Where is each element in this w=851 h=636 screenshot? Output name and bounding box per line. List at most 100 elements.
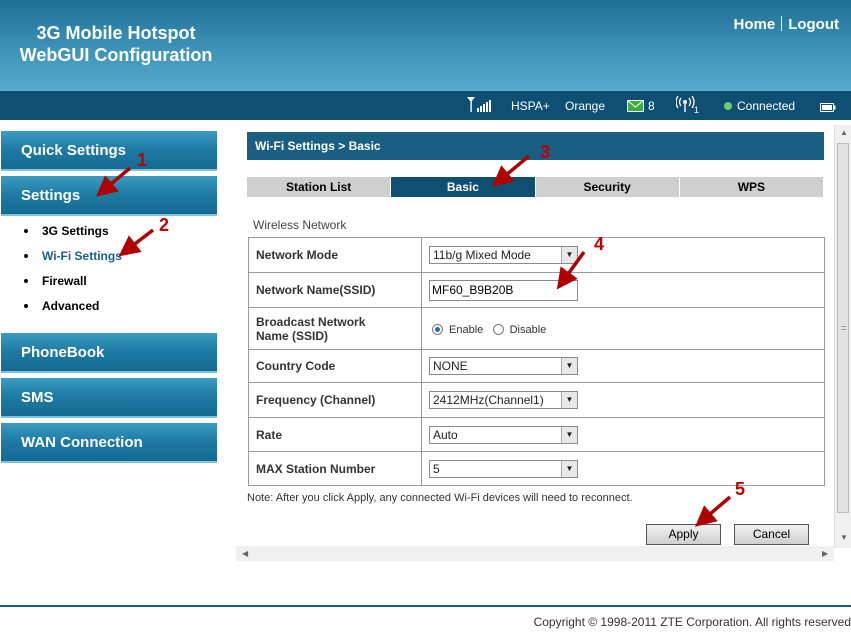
- wifi-antenna-icon: [675, 95, 696, 117]
- ssid-label: Network Name(SSID): [248, 272, 422, 308]
- home-link[interactable]: Home: [734, 16, 776, 33]
- rate-select[interactable]: Auto ▼: [429, 425, 578, 444]
- wifi-client-count: 1: [694, 105, 700, 115]
- subnav-label: 3G Settings: [42, 224, 109, 238]
- subnav-label: Firewall: [42, 274, 87, 288]
- rate-label: Rate: [248, 417, 422, 452]
- subnav-label: Advanced: [42, 299, 100, 313]
- status-bar: HSPA+ Orange 8 1 Connected: [0, 91, 851, 120]
- subnav-label: Wi-Fi Settings: [42, 249, 122, 263]
- signal-bars-icon: [466, 96, 494, 115]
- max-station-select[interactable]: 5 ▼: [429, 459, 578, 478]
- header: 3G Mobile Hotspot WebGUI Configuration H…: [0, 0, 851, 91]
- country-select[interactable]: NONE ▼: [429, 357, 578, 375]
- network-type: HSPA+: [511, 99, 550, 113]
- wireless-form: Network Mode 11b/g Mixed Mode ▼ Network N…: [248, 237, 825, 486]
- vertical-scroll-thumb[interactable]: [837, 143, 849, 513]
- rate-value: Auto: [433, 427, 458, 442]
- top-links: Home Logout: [734, 16, 839, 33]
- copyright: Copyright © 1998-2011 ZTE Corporation. A…: [533, 615, 851, 629]
- settings-tabs: Station List Basic Security WPS: [247, 177, 824, 197]
- operator-name: Orange: [565, 99, 606, 113]
- bullet-icon: [24, 254, 28, 258]
- nav-settings[interactable]: Settings: [1, 176, 217, 216]
- nav-wan-connection[interactable]: WAN Connection: [1, 423, 217, 463]
- tab-security[interactable]: Security: [535, 177, 680, 197]
- rate-cell: Auto ▼: [421, 417, 825, 452]
- broadcast-label-line1: Broadcast Network: [256, 314, 366, 329]
- battery-icon: [820, 101, 836, 115]
- annotation-2: 2: [159, 215, 170, 235]
- logout-link[interactable]: Logout: [788, 16, 839, 33]
- form-row-rate: Rate Auto ▼: [248, 417, 825, 452]
- subnav-advanced[interactable]: Advanced: [24, 299, 99, 313]
- tab-basic[interactable]: Basic: [391, 177, 536, 197]
- frequency-label: Frequency (Channel): [248, 382, 422, 418]
- country-label: Country Code: [248, 349, 422, 383]
- connection-dot-icon: [724, 102, 732, 110]
- network-mode-select[interactable]: 11b/g Mixed Mode ▼: [429, 246, 578, 264]
- connection-text: Connected: [737, 99, 796, 113]
- link-separator: [781, 16, 783, 31]
- app-title-line2: WebGUI Configuration: [19, 45, 213, 65]
- broadcast-disable-label: Disable: [509, 323, 547, 336]
- max-station-value: 5: [433, 461, 440, 476]
- form-row-country: Country Code NONE ▼: [248, 349, 825, 383]
- breadcrumb: Wi-Fi Settings > Basic: [247, 132, 824, 160]
- connection-status: Connected: [724, 99, 795, 113]
- apply-button[interactable]: Apply: [646, 524, 721, 545]
- bullet-icon: [24, 229, 28, 233]
- broadcast-enable-radio[interactable]: [432, 323, 443, 335]
- tab-wps[interactable]: WPS: [679, 177, 824, 197]
- annotation-5: 5: [735, 479, 746, 499]
- scroll-up-icon[interactable]: ▲: [840, 128, 848, 137]
- reconnect-note: Note: After you click Apply, any connect…: [247, 492, 633, 504]
- cancel-button[interactable]: Cancel: [734, 524, 809, 545]
- scroll-down-icon[interactable]: ▼: [840, 533, 848, 542]
- network-mode-value: 11b/g Mixed Mode: [433, 248, 531, 262]
- broadcast-cell: Enable Disable: [421, 307, 825, 350]
- chevron-down-icon: ▼: [561, 426, 577, 443]
- nav-sms[interactable]: SMS: [1, 378, 217, 418]
- broadcast-label-line2: Name (SSID): [256, 328, 329, 343]
- frequency-cell: 2412MHz(Channel1) ▼: [421, 382, 825, 418]
- nav-quick-settings[interactable]: Quick Settings: [1, 131, 217, 171]
- broadcast-enable-label: Enable: [449, 323, 484, 336]
- annotation-3: 3: [540, 142, 551, 162]
- subnav-firewall[interactable]: Firewall: [24, 274, 87, 288]
- form-row-frequency: Frequency (Channel) 2412MHz(Channel1) ▼: [248, 382, 825, 418]
- chevron-down-icon: ▼: [561, 358, 577, 374]
- ssid-input[interactable]: MF60_B9B20B: [429, 279, 578, 301]
- max-station-cell: 5 ▼: [421, 451, 825, 486]
- envelope-icon[interactable]: [627, 100, 644, 115]
- messages-count: 8: [648, 99, 655, 113]
- app-title: 3G Mobile Hotspot WebGUI Configuration: [18, 22, 214, 66]
- tab-station-list[interactable]: Station List: [247, 177, 392, 197]
- subnav-3g-settings[interactable]: 3G Settings: [24, 224, 109, 238]
- frequency-select[interactable]: 2412MHz(Channel1) ▼: [429, 391, 578, 409]
- annotation-1: 1: [137, 150, 148, 170]
- bullet-icon: [24, 304, 28, 308]
- form-row-ssid: Network Name(SSID) MF60_B9B20B: [248, 272, 825, 308]
- country-value: NONE: [433, 359, 468, 373]
- scroll-right-icon[interactable]: ▶: [822, 549, 828, 558]
- network-mode-label: Network Mode: [248, 237, 422, 273]
- country-cell: NONE ▼: [421, 349, 825, 383]
- app-title-line1: 3G Mobile Hotspot: [36, 23, 196, 43]
- form-row-network-mode: Network Mode 11b/g Mixed Mode ▼: [248, 237, 825, 273]
- chevron-down-icon: ▼: [561, 460, 577, 477]
- footer-divider: [0, 605, 851, 607]
- chevron-down-icon: ▼: [561, 392, 577, 408]
- chevron-down-icon: ▼: [561, 247, 577, 263]
- network-mode-cell: 11b/g Mixed Mode ▼: [421, 237, 825, 273]
- bullet-icon: [24, 279, 28, 283]
- grip-icon: [841, 326, 846, 330]
- vertical-scrollbar[interactable]: ▲ ▼: [834, 125, 851, 548]
- subnav-wifi-settings[interactable]: Wi-Fi Settings: [24, 249, 122, 263]
- horizontal-scrollbar[interactable]: ◀ ▶: [236, 546, 834, 561]
- scroll-left-icon[interactable]: ◀: [242, 549, 248, 558]
- nav-phonebook[interactable]: PhoneBook: [1, 333, 217, 373]
- ssid-cell: MF60_B9B20B: [421, 272, 825, 308]
- arrow-5: [695, 495, 732, 527]
- broadcast-disable-radio[interactable]: [492, 323, 504, 335]
